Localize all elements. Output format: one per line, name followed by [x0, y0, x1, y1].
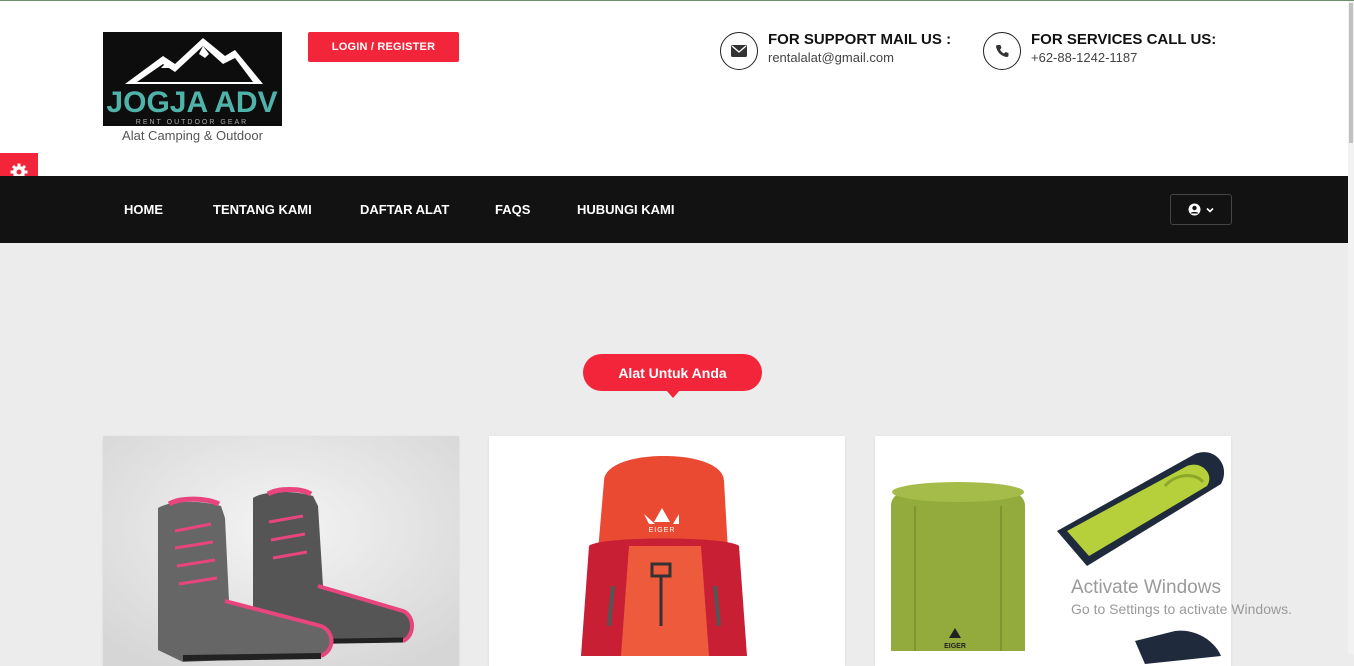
services-phone[interactable]: +62-88-1242-1187 [1031, 49, 1216, 67]
login-register-button[interactable]: LOGIN / REGISTER [308, 32, 459, 62]
brand-tagline: Alat Camping & Outdoor [122, 128, 263, 143]
support-title: FOR SUPPORT MAIL US : [768, 31, 952, 48]
mountain-logo-icon: JOGJA ADV RENT OUTDOOR GEAR [103, 32, 282, 126]
support-email[interactable]: rentalalat@gmail.com [768, 49, 951, 67]
product-card-sleeping-bag[interactable]: EIGER [875, 436, 1231, 666]
nav-faqs[interactable]: FAQS [495, 176, 530, 243]
windows-activation-watermark: Activate Windows Go to Settings to activ… [1071, 577, 1292, 619]
nav-tentang-kami[interactable]: TENTANG KAMI [213, 176, 312, 243]
chevron-down-icon [1206, 207, 1214, 213]
support-mail-block: FOR SUPPORT MAIL US : rentalalat@gmail.c… [720, 31, 951, 70]
scrollbar-thumb[interactable] [1349, 3, 1353, 143]
svg-text:RENT OUTDOOR GEAR: RENT OUTDOOR GEAR [136, 119, 248, 126]
hiking-boots-image [103, 436, 459, 666]
nav-daftar-alat[interactable]: DAFTAR ALAT [360, 176, 449, 243]
brand-logo[interactable]: JOGJA ADV RENT OUTDOOR GEAR [103, 32, 282, 126]
user-dropdown[interactable] [1170, 194, 1232, 225]
phone-icon [983, 32, 1021, 70]
site-header: JOGJA ADV RENT OUTDOOR GEAR Alat Camping… [0, 1, 1348, 176]
backpack-image: EIGER [489, 436, 845, 666]
services-title: FOR SERVICES CALL US: [1031, 31, 1217, 48]
section-title: Alat Untuk Anda [583, 354, 762, 391]
svg-text:EIGER: EIGER [944, 643, 966, 650]
watermark-title: Activate Windows [1071, 577, 1221, 598]
user-circle-icon [1188, 203, 1201, 216]
nav-home[interactable]: HOME [124, 176, 163, 243]
page-scrollbar[interactable] [1348, 1, 1354, 654]
sleeping-bag-image: EIGER [875, 436, 1231, 666]
product-card-backpack[interactable]: EIGER [489, 436, 845, 666]
services-call-block: FOR SERVICES CALL US: +62-88-1242-1187 [983, 31, 1216, 70]
nav-hubungi-kami[interactable]: HUBUNGI KAMI [577, 176, 675, 243]
watermark-subtitle: Go to Settings to activate Windows. [1071, 601, 1292, 617]
envelope-icon [720, 32, 758, 70]
section-title-pointer [666, 390, 680, 398]
svg-text:EIGER: EIGER [649, 527, 676, 534]
main-navbar: HOME TENTANG KAMI DAFTAR ALAT FAQS HUBUN… [0, 176, 1348, 243]
svg-text:JOGJA ADV: JOGJA ADV [106, 86, 277, 119]
product-card-boots[interactable] [103, 436, 459, 666]
